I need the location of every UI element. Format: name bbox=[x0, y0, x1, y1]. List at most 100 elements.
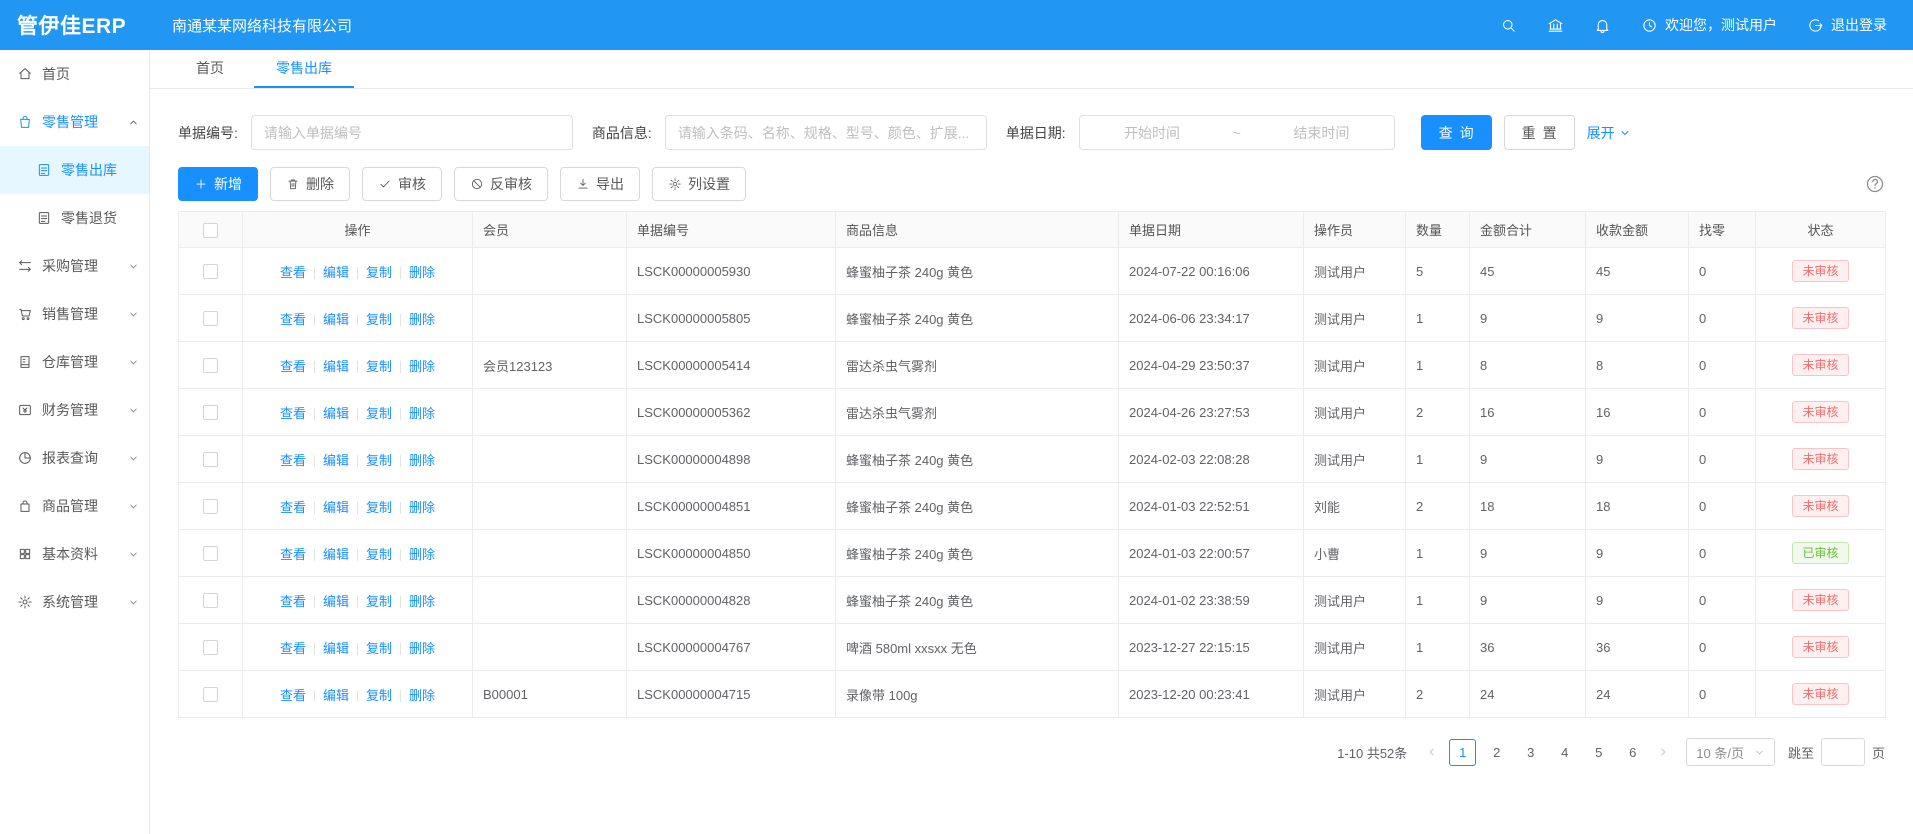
sidebar-item-sales[interactable]: 销售管理 bbox=[0, 290, 149, 338]
table-row: 查看编辑复制删除LSCK00000004898蜂蜜柚子茶 240g 黄色2024… bbox=[179, 436, 1886, 483]
row-checkbox[interactable] bbox=[203, 405, 218, 420]
page-size-select[interactable]: 10 条/页 bbox=[1686, 738, 1775, 766]
row-checkbox[interactable] bbox=[203, 264, 218, 279]
row-action-view[interactable]: 查看 bbox=[280, 453, 306, 468]
row-action-delete[interactable]: 删除 bbox=[409, 641, 435, 656]
bill-no-input[interactable] bbox=[251, 115, 573, 150]
row-checkbox[interactable] bbox=[203, 687, 218, 702]
select-all-checkbox[interactable] bbox=[203, 223, 218, 238]
row-action-edit[interactable]: 编辑 bbox=[323, 359, 349, 374]
row-action-copy[interactable]: 复制 bbox=[366, 500, 392, 515]
row-action-view[interactable]: 查看 bbox=[280, 641, 306, 656]
row-action-copy[interactable]: 复制 bbox=[366, 359, 392, 374]
row-action-copy[interactable]: 复制 bbox=[366, 594, 392, 609]
row-action-view[interactable]: 查看 bbox=[280, 547, 306, 562]
prev-page-button[interactable] bbox=[1422, 746, 1442, 758]
row-checkbox[interactable] bbox=[203, 546, 218, 561]
action-divider bbox=[357, 314, 358, 326]
audit-button[interactable]: 审核 bbox=[362, 167, 442, 201]
cell-total: 9 bbox=[1470, 436, 1586, 483]
row-action-delete[interactable]: 删除 bbox=[409, 359, 435, 374]
row-action-edit[interactable]: 编辑 bbox=[323, 500, 349, 515]
sidebar-item-home[interactable]: 首页 bbox=[0, 50, 149, 98]
column-settings-button[interactable]: 列设置 bbox=[652, 167, 746, 201]
row-action-delete[interactable]: 删除 bbox=[409, 688, 435, 703]
welcome-user[interactable]: 欢迎您，测试用户 bbox=[1641, 15, 1777, 35]
sidebar-item-report[interactable]: 报表查询 bbox=[0, 434, 149, 482]
row-checkbox[interactable] bbox=[203, 311, 218, 326]
sidebar-item-retail-out[interactable]: 零售出库 bbox=[0, 146, 149, 194]
export-button[interactable]: 导出 bbox=[560, 167, 640, 201]
cell-total: 8 bbox=[1470, 342, 1586, 389]
row-action-view[interactable]: 查看 bbox=[280, 594, 306, 609]
row-action-view[interactable]: 查看 bbox=[280, 265, 306, 280]
expand-link[interactable]: 展开 bbox=[1587, 123, 1631, 143]
row-action-view[interactable]: 查看 bbox=[280, 312, 306, 327]
row-action-delete[interactable]: 删除 bbox=[409, 547, 435, 562]
row-action-edit[interactable]: 编辑 bbox=[323, 265, 349, 280]
row-action-view[interactable]: 查看 bbox=[280, 688, 306, 703]
page-number-5[interactable]: 5 bbox=[1585, 739, 1612, 766]
chevron-down-icon bbox=[128, 597, 139, 608]
sidebar-item-label: 基本资料 bbox=[42, 544, 98, 564]
row-action-edit[interactable]: 编辑 bbox=[323, 641, 349, 656]
search-button[interactable]: 查询 bbox=[1421, 115, 1492, 150]
sidebar-item-warehouse[interactable]: 仓库管理 bbox=[0, 338, 149, 386]
sidebar-item-retail-return[interactable]: 零售退货 bbox=[0, 194, 149, 242]
help-icon[interactable] bbox=[1865, 174, 1885, 194]
row-action-copy[interactable]: 复制 bbox=[366, 312, 392, 327]
row-action-edit[interactable]: 编辑 bbox=[323, 453, 349, 468]
row-action-delete[interactable]: 删除 bbox=[409, 312, 435, 327]
row-action-delete[interactable]: 删除 bbox=[409, 453, 435, 468]
row-action-copy[interactable]: 复制 bbox=[366, 453, 392, 468]
delete-button[interactable]: 删除 bbox=[270, 167, 350, 201]
row-action-edit[interactable]: 编辑 bbox=[323, 594, 349, 609]
row-action-edit[interactable]: 编辑 bbox=[323, 547, 349, 562]
row-action-copy[interactable]: 复制 bbox=[366, 406, 392, 421]
reset-button[interactable]: 重置 bbox=[1504, 115, 1575, 150]
logout-link[interactable]: 退出登录 bbox=[1807, 15, 1887, 35]
row-checkbox[interactable] bbox=[203, 452, 218, 467]
sidebar-item-retail[interactable]: 零售管理 bbox=[0, 98, 149, 146]
row-checkbox[interactable] bbox=[203, 593, 218, 608]
row-action-view[interactable]: 查看 bbox=[280, 406, 306, 421]
row-action-edit[interactable]: 编辑 bbox=[323, 406, 349, 421]
goods-input[interactable] bbox=[665, 115, 987, 150]
bell-icon[interactable] bbox=[1594, 17, 1611, 34]
row-action-edit[interactable]: 编辑 bbox=[323, 688, 349, 703]
row-action-copy[interactable]: 复制 bbox=[366, 688, 392, 703]
row-action-delete[interactable]: 删除 bbox=[409, 406, 435, 421]
row-action-delete[interactable]: 删除 bbox=[409, 594, 435, 609]
row-action-copy[interactable]: 复制 bbox=[366, 641, 392, 656]
tab-home[interactable]: 首页 bbox=[174, 50, 246, 88]
sidebar-item-finance[interactable]: 财务管理 bbox=[0, 386, 149, 434]
page-number-4[interactable]: 4 bbox=[1551, 739, 1578, 766]
add-button[interactable]: 新增 bbox=[178, 167, 258, 201]
page-number-6[interactable]: 6 bbox=[1619, 739, 1646, 766]
row-checkbox[interactable] bbox=[203, 499, 218, 514]
row-action-copy[interactable]: 复制 bbox=[366, 547, 392, 562]
next-page-button[interactable] bbox=[1653, 746, 1673, 758]
row-action-edit[interactable]: 编辑 bbox=[323, 312, 349, 327]
row-action-delete[interactable]: 删除 bbox=[409, 265, 435, 280]
date-range-input[interactable]: 开始时间 ~ 结束时间 bbox=[1079, 115, 1395, 150]
sidebar-item-purchase[interactable]: 采购管理 bbox=[0, 242, 149, 290]
sidebar-item-goods[interactable]: 商品管理 bbox=[0, 482, 149, 530]
row-action-copy[interactable]: 复制 bbox=[366, 265, 392, 280]
cell-operator: 测试用户 bbox=[1304, 671, 1406, 718]
bank-icon[interactable] bbox=[1547, 17, 1564, 34]
row-action-delete[interactable]: 删除 bbox=[409, 500, 435, 515]
sidebar-item-basic[interactable]: 基本资料 bbox=[0, 530, 149, 578]
row-checkbox[interactable] bbox=[203, 640, 218, 655]
row-action-view[interactable]: 查看 bbox=[280, 359, 306, 374]
row-checkbox[interactable] bbox=[203, 358, 218, 373]
search-icon[interactable] bbox=[1500, 17, 1517, 34]
unaudit-button[interactable]: 反审核 bbox=[454, 167, 548, 201]
page-number-3[interactable]: 3 bbox=[1517, 739, 1544, 766]
sidebar-item-system[interactable]: 系统管理 bbox=[0, 578, 149, 626]
page-number-2[interactable]: 2 bbox=[1483, 739, 1510, 766]
jump-page-input[interactable] bbox=[1821, 738, 1865, 766]
tab-retail-out[interactable]: 零售出库 bbox=[254, 50, 354, 88]
row-action-view[interactable]: 查看 bbox=[280, 500, 306, 515]
page-number-1[interactable]: 1 bbox=[1449, 739, 1476, 766]
